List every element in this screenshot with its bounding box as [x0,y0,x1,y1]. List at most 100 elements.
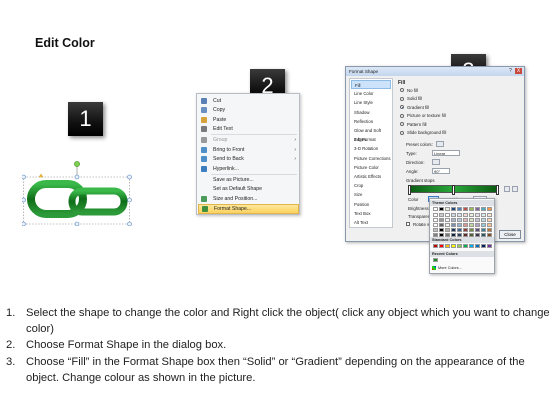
color-swatch[interactable] [463,244,468,248]
color-swatch[interactable] [457,207,462,211]
color-swatch[interactable] [487,228,492,232]
sidebar-item-reflection[interactable]: Reflection [351,117,391,126]
sidebar-item-size[interactable]: Size [351,190,391,199]
sidebar-item-picture-corrections[interactable]: Picture Corrections [351,154,391,163]
menu-item-copy[interactable]: Copy [198,106,299,116]
color-swatch[interactable] [475,244,480,248]
color-swatch[interactable] [433,244,438,248]
color-swatch[interactable] [439,228,444,232]
color-swatch[interactable] [439,223,444,227]
color-swatch[interactable] [457,223,462,227]
color-swatch[interactable] [469,213,474,217]
menu-item-edit-text[interactable]: Edit Text [198,125,299,135]
menu-item-bring-to-front[interactable]: Bring to Front › [198,145,299,155]
fill-radio[interactable] [400,122,404,126]
color-swatch[interactable] [457,213,462,217]
color-swatch[interactable] [457,218,462,222]
color-swatch[interactable] [481,228,486,232]
sidebar-item-artistic-effects[interactable]: Artistic Effects [351,172,391,181]
color-swatch[interactable] [457,228,462,232]
menu-item-group[interactable]: Group › [198,136,299,146]
fill-radio[interactable] [400,113,404,118]
sidebar-item-3-d-rotation[interactable]: 3-D Rotation [351,144,391,153]
add-stop-button[interactable] [504,186,510,192]
color-swatch[interactable] [487,207,492,211]
sidebar-item-crop[interactable]: Crop [351,181,391,190]
color-swatch[interactable] [475,213,480,217]
sidebar-item-3-d-format[interactable]: 3-D Format [351,135,391,144]
sidebar-item-text-box[interactable]: Text Box [351,209,391,218]
color-swatch[interactable] [469,207,474,211]
color-swatch[interactable] [439,218,444,222]
color-swatch[interactable] [481,244,486,248]
angle-field[interactable]: 90° [432,168,450,174]
sidebar-item-line-color[interactable]: Line Color [351,89,391,98]
sidebar-item-glow-and-soft-edges[interactable]: Glow and Soft Edges [351,126,391,142]
color-swatch[interactable] [445,213,450,217]
close-button[interactable]: Close [499,230,521,239]
rotate-checkbox[interactable] [406,222,410,226]
color-swatch[interactable] [433,218,438,222]
gradient-stop-handle[interactable] [408,185,411,195]
color-swatch[interactable] [433,213,438,217]
sidebar-item-alt-text[interactable]: Alt Text [351,218,391,227]
type-combo[interactable]: Linear [432,150,460,156]
color-swatch[interactable] [445,244,450,248]
close-icon[interactable]: X [515,68,522,74]
color-swatch[interactable] [433,207,438,211]
color-swatch[interactable] [445,207,450,211]
color-swatch[interactable] [469,223,474,227]
menu-item-send-to-back[interactable]: Send to Back › [198,155,299,165]
sidebar-item-fill[interactable]: Fill [351,80,391,89]
color-swatch[interactable] [487,218,492,222]
gradient-stop-handle[interactable] [452,185,455,195]
color-swatch[interactable] [487,213,492,217]
color-swatch[interactable] [481,218,486,222]
color-swatch[interactable] [475,207,480,211]
color-swatch[interactable] [469,244,474,248]
fill-radio[interactable] [400,130,404,135]
remove-stop-button[interactable] [512,186,518,192]
fill-radio[interactable] [400,88,404,92]
color-swatch[interactable] [463,218,468,222]
color-swatch[interactable] [439,244,444,248]
sidebar-item-picture-color[interactable]: Picture Color [351,163,391,172]
menu-item-set-as-default-shape[interactable]: Set as Default Shape [198,185,299,195]
color-swatch[interactable] [469,218,474,222]
color-swatch[interactable] [481,207,486,211]
color-swatch[interactable] [475,228,480,232]
color-swatch[interactable] [445,223,450,227]
color-swatch[interactable] [451,228,456,232]
color-swatch[interactable] [445,218,450,222]
menu-item-cut[interactable]: Cut [198,96,299,106]
color-swatch[interactable] [481,223,486,227]
preset-colors-button[interactable] [436,141,444,147]
color-swatch[interactable] [463,228,468,232]
menu-item-save-as-picture[interactable]: Save as Picture... [198,175,299,185]
color-swatch[interactable] [475,223,480,227]
gradient-stops-bar[interactable] [408,185,499,195]
chain-link-shape[interactable] [21,160,134,227]
menu-item-hyperlink[interactable]: Hyperlink... [198,164,299,174]
menu-item-format-shape[interactable]: Format Shape... [198,204,299,214]
color-swatch[interactable] [433,228,438,232]
gradient-stop-handle[interactable] [496,185,499,195]
fill-radio[interactable] [400,105,404,109]
color-swatch[interactable] [451,244,456,248]
menu-item-size-and-position[interactable]: Size and Position... [198,194,299,204]
color-swatch[interactable] [439,213,444,217]
color-swatch[interactable] [433,223,438,227]
color-swatch[interactable] [463,207,468,211]
sidebar-item-position[interactable]: Position [351,200,391,209]
color-swatch[interactable] [487,223,492,227]
color-swatch[interactable] [481,213,486,217]
sidebar-item-line-style[interactable]: Line Style [351,98,391,107]
color-swatch[interactable] [469,228,474,232]
chain-shape-selection[interactable] [21,160,134,227]
menu-item-paste[interactable]: Paste [198,115,299,125]
help-button[interactable]: ? [507,68,514,74]
color-swatch[interactable] [451,207,456,211]
sidebar-item-shadow[interactable]: Shadow [351,108,391,117]
more-colors-item[interactable]: More Colors... [432,266,462,270]
color-swatch[interactable] [457,244,462,248]
